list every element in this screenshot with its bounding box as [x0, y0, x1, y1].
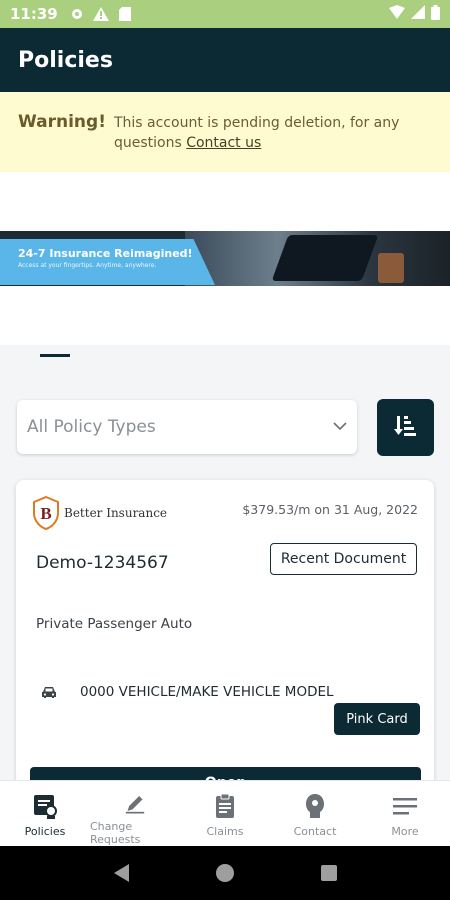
pen-icon [125, 796, 145, 814]
back-icon[interactable] [113, 864, 129, 882]
sim-icon [116, 5, 134, 23]
banner-text-panel: 24-7 Insurance Reimagined! Access at you… [0, 239, 215, 285]
banner-cup-image [378, 253, 404, 283]
recent-document-button[interactable]: Recent Document [270, 543, 417, 575]
chevron-down-icon [333, 419, 347, 435]
policies-content[interactable]: All Policy Types B Better Insurance $379 [0, 345, 450, 780]
policy-card[interactable]: B Better Insurance $379.53/m on 31 Aug, … [16, 480, 434, 780]
premium-text: $379.53/m on 31 Aug, 2022 [242, 502, 418, 517]
contact-icon [306, 794, 324, 818]
contact-us-link[interactable]: Contact us [186, 135, 261, 151]
svg-text:B: B [40, 504, 51, 523]
nav-item-policies[interactable]: Policies [0, 781, 90, 846]
nav-item-change-requests[interactable]: Change Requests [90, 781, 180, 846]
status-time: 11:39 [10, 5, 58, 23]
sort-icon [393, 413, 419, 443]
company-name: Better Insurance [64, 506, 168, 520]
nav-item-more[interactable]: More [360, 781, 450, 846]
app-bar: Policies [0, 28, 450, 92]
nav-label-more: More [391, 825, 419, 838]
warning-message-block: This account is pending deletion, for an… [114, 112, 432, 172]
clipboard-icon [216, 793, 234, 818]
sort-button[interactable] [377, 399, 434, 456]
alert-icon [92, 5, 110, 23]
banner-subline: Access at your fingertips. Anytime, anyw… [18, 262, 157, 269]
status-bar: 11:39 [0, 0, 450, 28]
page-title: Policies [18, 47, 113, 73]
bottom-nav: Policies Change Requests Claims Contact … [0, 780, 450, 846]
gear-icon [68, 5, 86, 23]
nav-item-claims[interactable]: Claims [180, 781, 270, 846]
home-icon[interactable] [215, 864, 234, 882]
banner-headline: 24-7 Insurance Reimagined! [18, 247, 193, 260]
warning-label: Warning! [18, 112, 106, 132]
shield-logo-icon: B [33, 496, 59, 530]
battery-icon [431, 4, 440, 24]
recents-icon[interactable] [320, 865, 337, 881]
nav-label-change-requests: Change Requests [90, 820, 141, 846]
banner-tablet-image [271, 235, 379, 281]
open-button[interactable]: Open [30, 767, 421, 780]
policies-icon [34, 795, 57, 819]
menu-icon [393, 798, 417, 815]
nav-item-contact[interactable]: Contact [270, 781, 360, 846]
pink-card-button[interactable]: Pink Card [334, 703, 420, 735]
nav-label-policies: Policies [24, 825, 66, 838]
vehicle-text: 0000 VEHICLE/MAKE VEHICLE MODEL [80, 684, 334, 700]
nav-label-contact: Contact [293, 825, 337, 838]
car-icon [40, 683, 58, 701]
promo-banner[interactable]: 24-7 Insurance Reimagined! Access at you… [0, 231, 450, 286]
wifi-icon [389, 5, 405, 23]
signal-icon [411, 5, 425, 23]
policy-number: Demo-1234567 [36, 553, 169, 573]
policy-type-select[interactable]: All Policy Types [17, 400, 357, 454]
system-nav-bar [0, 846, 450, 900]
company-logo: B Better Insurance [32, 496, 167, 530]
nav-label-claims: Claims [206, 825, 244, 838]
policy-type-select-value: All Policy Types [27, 417, 156, 437]
warning-banner: Warning! This account is pending deletio… [0, 92, 450, 172]
tab-indicator [40, 354, 70, 357]
policy-type-text: Private Passenger Auto [36, 616, 193, 632]
